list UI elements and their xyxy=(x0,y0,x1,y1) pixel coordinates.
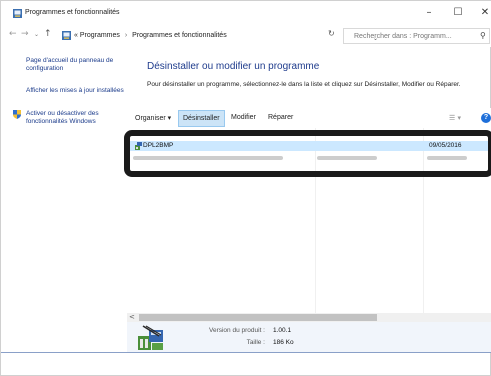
scrollbar-thumb[interactable] xyxy=(139,314,377,321)
breadcrumb-programs[interactable]: « Programmes xyxy=(74,32,120,39)
back-arrow-icon[interactable]: ← xyxy=(9,29,17,39)
horizontal-scrollbar[interactable]: < xyxy=(127,313,491,322)
uninstall-button[interactable]: Désinstaller xyxy=(178,110,225,127)
size-label: Taille : xyxy=(246,339,265,346)
forward-arrow-icon[interactable]: → xyxy=(21,29,29,39)
minimize-button[interactable]: – xyxy=(419,6,439,20)
navigation-bar: ← → ⌄ ↑ « Programmes › Programmes et fon… xyxy=(1,25,491,47)
page-description: Pour désinstaller un programme, sélectio… xyxy=(147,81,461,88)
help-icon[interactable]: ? xyxy=(481,113,491,123)
title-bar[interactable]: Programmes et fonctionnalités – ☐ ✕ xyxy=(1,1,491,25)
search-input[interactable]: Rechercher dans : Programm... ⚲ xyxy=(343,28,490,44)
control-panel-icon xyxy=(62,31,71,40)
maximize-button[interactable]: ☐ xyxy=(448,6,468,20)
scroll-left-arrow-icon[interactable]: < xyxy=(129,313,135,321)
repair-button[interactable]: Réparer xyxy=(264,112,297,123)
version-value: 1.00.1 xyxy=(273,327,292,334)
search-placeholder: Rechercher dans : Programm... xyxy=(354,33,452,40)
breadcrumb-separator: › xyxy=(124,32,128,39)
version-label: Version du produit : xyxy=(208,327,265,334)
page-title: Désinstaller ou modifier un programme xyxy=(147,61,320,72)
address-bar[interactable]: « Programmes › Programmes et fonctionnal… xyxy=(58,28,378,44)
view-options-icon[interactable]: ☰ ▾ xyxy=(445,112,465,124)
size-value: 186 Ko xyxy=(273,339,294,346)
window-title: Programmes et fonctionnalités xyxy=(25,9,120,16)
sidebar-item-control-panel-home[interactable]: Page d'accueil du panneau de configurati… xyxy=(26,57,126,73)
breadcrumb: « Programmes › Programmes et fonctionnal… xyxy=(74,32,227,39)
command-bar: Organiser ▾ Désinstaller Modifier Répare… xyxy=(127,108,491,128)
programs-and-features-window: Programmes et fonctionnalités – ☐ ✕ ← → … xyxy=(0,0,491,376)
close-button[interactable]: ✕ xyxy=(475,6,491,20)
organize-button[interactable]: Organiser ▾ xyxy=(131,112,175,124)
details-pane: Version du produit : 1.00.1 Taille : 186… xyxy=(127,322,491,352)
control-panel-icon xyxy=(13,9,22,18)
breadcrumb-programs-features[interactable]: Programmes et fonctionnalités xyxy=(132,32,227,39)
tasks-pane: Page d'accueil du panneau de configurati… xyxy=(1,47,127,352)
refresh-icon[interactable]: ↻ xyxy=(328,29,335,38)
window-divider xyxy=(1,352,491,353)
modify-button[interactable]: Modifier xyxy=(227,112,260,123)
sidebar-item-windows-features[interactable]: Activer ou désactiver des fonctionnalité… xyxy=(26,110,126,126)
program-large-icon xyxy=(138,325,163,350)
search-icon[interactable]: ⚲ xyxy=(480,31,486,40)
shield-icon xyxy=(13,110,21,119)
sidebar-item-installed-updates[interactable]: Afficher les mises à jour installées xyxy=(26,87,126,95)
recent-locations-icon[interactable]: ⌄ xyxy=(34,31,39,38)
up-arrow-icon[interactable]: ↑ xyxy=(44,29,52,39)
highlight-frame xyxy=(124,130,491,177)
